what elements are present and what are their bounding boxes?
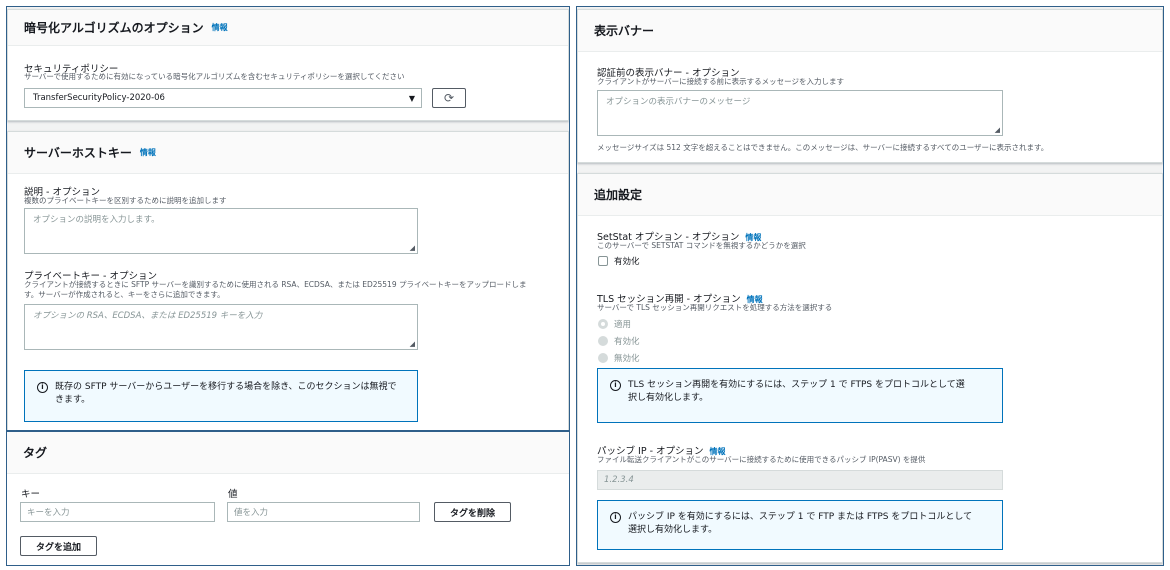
hostkey-card: サーバーホストキー 情報 説明 - オプション 複数のプライベートキーを区別する… bbox=[7, 131, 569, 430]
resize-grip-icon[interactable]: ◢ bbox=[410, 244, 415, 252]
hostkey-info-alert: i 既存の SFTP サーバーからユーザーを移行する場合を除き、このセクションは… bbox=[24, 370, 418, 422]
security-policy-select[interactable]: TransferSecurityPolicy-2020-06 ▼ bbox=[24, 88, 422, 108]
passive-ip-input[interactable]: 1.2.3.4 bbox=[597, 470, 1003, 490]
left-panel-top: 暗号化アルゴリズムのオプション 情報 セキュリティポリシー サーバーで使用するた… bbox=[6, 6, 570, 431]
private-key-textarea[interactable]: オプションの RSA、ECDSA、または ED25519 キーを入力 ◢ bbox=[24, 304, 418, 350]
passive-alert-line-2: 選択し有効化します。 bbox=[628, 525, 718, 535]
tag-key-input[interactable]: キーを入力 bbox=[20, 502, 215, 522]
security-policy-value: TransferSecurityPolicy-2020-06 bbox=[33, 93, 165, 103]
tag-key-placeholder: キーを入力 bbox=[27, 508, 70, 518]
resize-grip-icon[interactable]: ◢ bbox=[995, 126, 1000, 134]
tag-value-placeholder: 値を入力 bbox=[234, 508, 269, 518]
caret-down-icon: ▼ bbox=[408, 94, 415, 103]
encryption-info-link[interactable]: 情報 bbox=[212, 22, 228, 33]
hostkey-header: サーバーホストキー 情報 bbox=[8, 132, 568, 174]
private-key-help-1: クライアントが接続するときに SFTP サーバーを識別するために使用される RS… bbox=[24, 280, 527, 289]
setstat-description: このサーバーで SETSTAT コマンドを無視するかどうかを選択 bbox=[597, 241, 806, 250]
tags-header: タグ bbox=[7, 432, 569, 474]
setstat-checkbox[interactable] bbox=[598, 256, 608, 266]
hostkey-alert-line-2: きます。 bbox=[55, 395, 91, 405]
tls-option-disable: 無効化 bbox=[614, 354, 640, 364]
banner-size-note: メッセージサイズは 512 文字を超えることはできません。このメッセージは、サー… bbox=[597, 143, 1049, 152]
banner-header: 表示バナー bbox=[578, 10, 1162, 52]
tls-option-enable: 有効化 bbox=[614, 337, 640, 347]
tls-radio-disable[interactable] bbox=[598, 353, 608, 363]
setstat-checkbox-label: 有効化 bbox=[614, 257, 640, 267]
banner-description: クライアントがサーバーに接続する前に表示するメッセージを入力します bbox=[597, 77, 844, 86]
policy-description: サーバーで使用するために有効になっている暗号化アルゴリズムを含むセキュリティポリ… bbox=[24, 72, 405, 81]
info-circle-icon: i bbox=[610, 380, 621, 391]
tag-value-label: 値 bbox=[228, 489, 238, 500]
banner-title: 表示バナー bbox=[594, 24, 655, 38]
tls-description: サーバーで TLS セッション再開リクエストを処理する方法を選択する bbox=[597, 303, 833, 312]
private-key-help-2: す。サーバーが作成されると、キーをさらに追加できます。 bbox=[24, 290, 225, 299]
left-panel-tags: タグ キー 値 キーを入力 値を入力 タグを削除 タグを追加 bbox=[6, 431, 570, 566]
passive-alert-line-1: パッシブ IP を有効にするには、ステップ 1 で FTP または FTPS を… bbox=[628, 512, 973, 522]
passive-ip-placeholder: 1.2.3.4 bbox=[604, 475, 634, 485]
banner-textarea[interactable]: オプションの表示バナーのメッセージ ◢ bbox=[597, 90, 1003, 136]
info-circle-icon: i bbox=[37, 382, 48, 393]
right-panel: 表示バナー 認証前の表示バナー - オプション クライアントがサーバーに接続する… bbox=[576, 6, 1164, 566]
info-circle-icon: i bbox=[610, 512, 621, 523]
remove-tag-button[interactable]: タグを削除 bbox=[434, 502, 511, 522]
additional-settings-card: 追加設定 SetStat オプション - オプション 情報 このサーバーで SET… bbox=[577, 173, 1163, 563]
tls-radio-enable[interactable] bbox=[598, 336, 608, 346]
add-tag-button[interactable]: タグを追加 bbox=[20, 536, 97, 556]
tag-key-label: キー bbox=[21, 489, 41, 500]
encryption-header: 暗号化アルゴリズムのオプション 情報 bbox=[8, 10, 568, 46]
additional-settings-header: 追加設定 bbox=[578, 174, 1162, 216]
tls-option-enforce: 適用 bbox=[614, 320, 632, 330]
refresh-icon: ⟳ bbox=[443, 91, 455, 105]
hostkey-title: サーバーホストキー bbox=[24, 146, 132, 160]
banner-card: 表示バナー 認証前の表示バナー - オプション クライアントがサーバーに接続する… bbox=[577, 9, 1163, 163]
tls-alert-line-2: 択し有効化します。 bbox=[628, 393, 709, 403]
additional-settings-title: 追加設定 bbox=[594, 188, 643, 202]
tag-value-input[interactable]: 値を入力 bbox=[227, 502, 420, 522]
passive-ip-description: ファイル転送クライアントがこのサーバーに接続するために使用できるパッシブ IP(… bbox=[597, 455, 926, 464]
passive-ip-info-alert: i パッシブ IP を有効にするには、ステップ 1 で FTP または FTPS… bbox=[597, 500, 1003, 550]
tls-info-alert: i TLS セッション再開を有効にするには、ステップ 1 で FTPS をプロト… bbox=[597, 368, 1003, 423]
banner-placeholder: オプションの表示バナーのメッセージ bbox=[606, 97, 751, 107]
description-textarea[interactable]: オプションの説明を入力します。 ◢ bbox=[24, 208, 418, 254]
tls-radio-enforce[interactable] bbox=[598, 319, 608, 329]
description-help: 複数のプライベートキーを区別するために説明を追加します bbox=[24, 196, 227, 205]
hostkey-info-link[interactable]: 情報 bbox=[140, 147, 156, 158]
description-placeholder: オプションの説明を入力します。 bbox=[33, 215, 160, 225]
hostkey-alert-line-1: 既存の SFTP サーバーからユーザーを移行する場合を除き、このセクションは無視… bbox=[55, 382, 397, 392]
encryption-card: 暗号化アルゴリズムのオプション 情報 セキュリティポリシー サーバーで使用するた… bbox=[7, 9, 569, 121]
encryption-title: 暗号化アルゴリズムのオプション bbox=[24, 21, 204, 35]
resize-grip-icon[interactable]: ◢ bbox=[410, 340, 415, 348]
tags-title: タグ bbox=[23, 446, 48, 460]
tls-alert-line-1: TLS セッション再開を有効にするには、ステップ 1 で FTPS をプロトコル… bbox=[628, 380, 965, 390]
refresh-button[interactable]: ⟳ bbox=[432, 88, 466, 108]
private-key-placeholder: オプションの RSA、ECDSA、または ED25519 キーを入力 bbox=[33, 311, 263, 321]
